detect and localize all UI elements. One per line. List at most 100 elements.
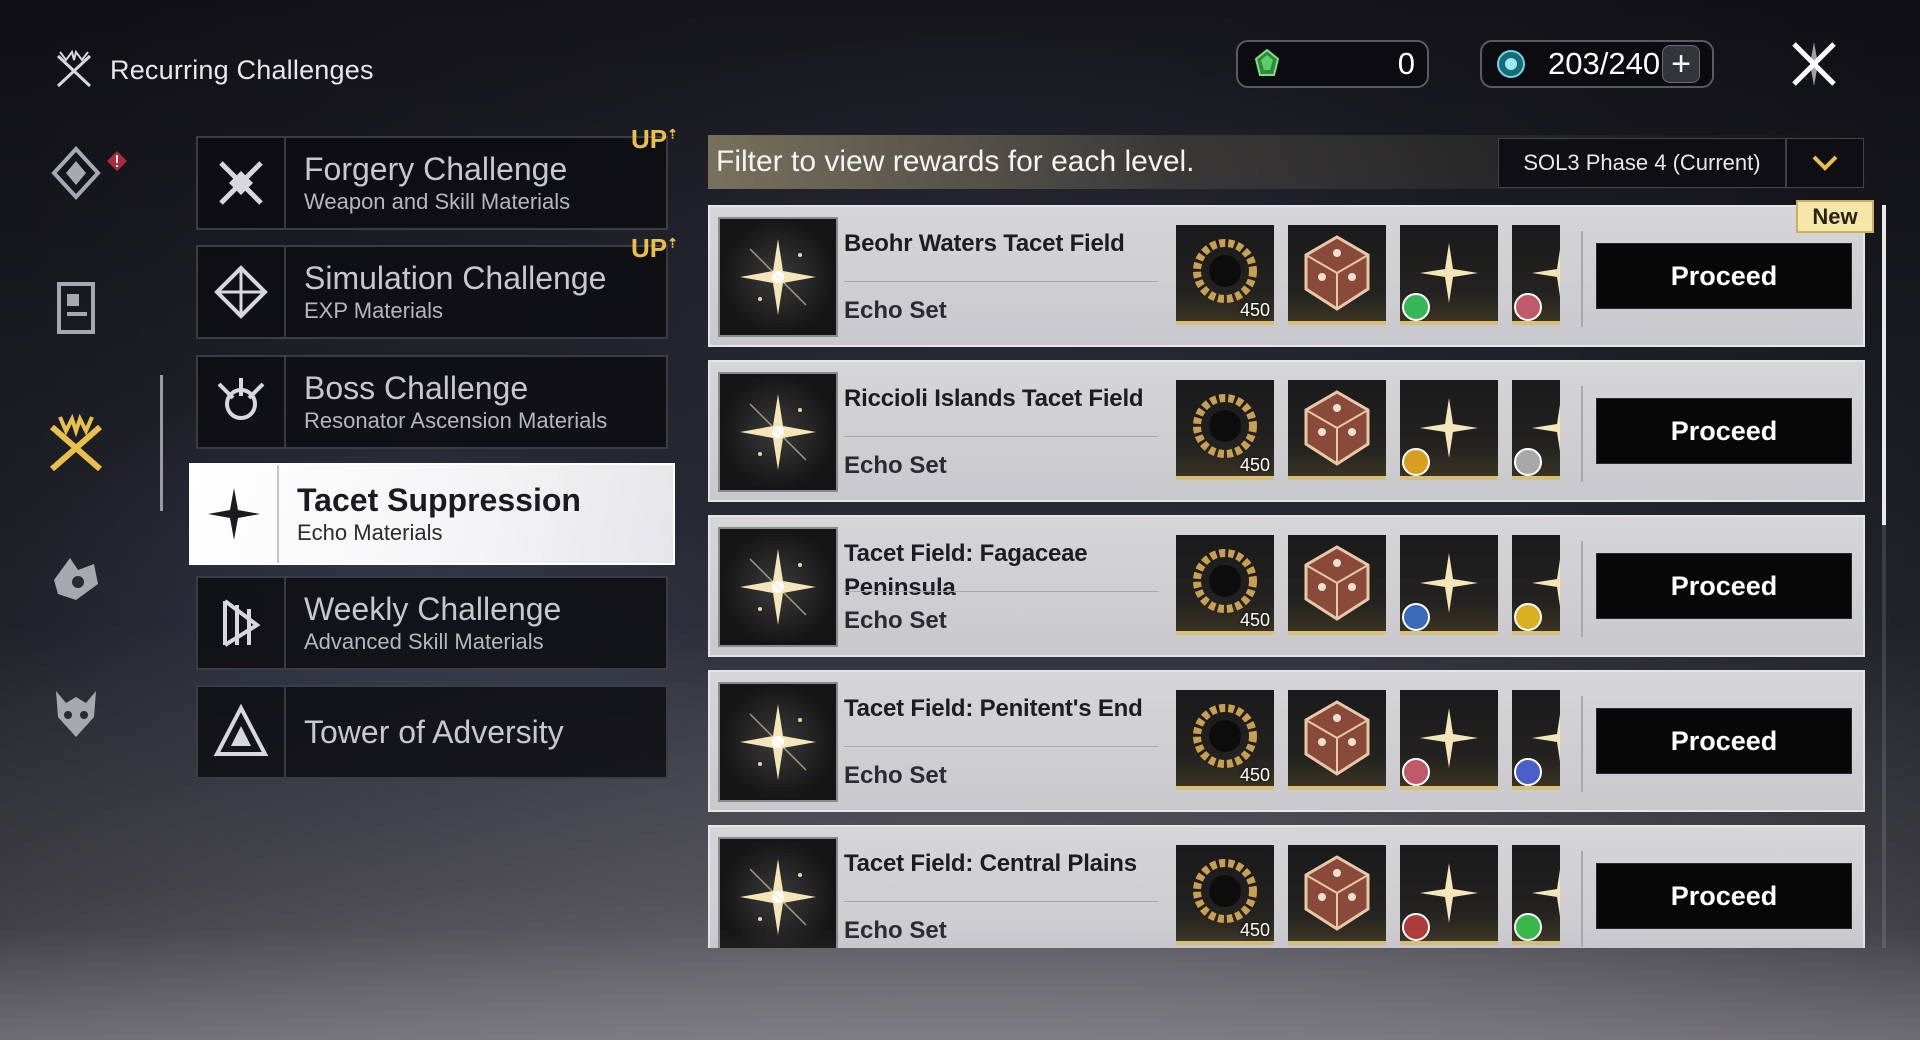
reward-supply-chest[interactable] bbox=[1288, 380, 1386, 480]
level-title: Tacet Field: Fagaceae Peninsula bbox=[844, 540, 1088, 601]
boss-icon bbox=[198, 357, 286, 447]
row-separator bbox=[1581, 541, 1583, 637]
nav-weekly-boss[interactable] bbox=[46, 683, 106, 743]
add-waveplate-button[interactable]: + bbox=[1662, 45, 1700, 83]
demon-mask-icon bbox=[56, 691, 96, 737]
title-divider bbox=[844, 901, 1158, 902]
reward-echo[interactable] bbox=[1512, 535, 1590, 635]
level-title: Beohr Waters Tacet Field bbox=[844, 230, 1125, 257]
reward-echo[interactable] bbox=[1512, 225, 1590, 325]
currency-value: 0 bbox=[1397, 46, 1415, 81]
page-header: Recurring Challenges bbox=[52, 48, 374, 92]
reward-echo[interactable] bbox=[1512, 845, 1590, 945]
row-separator bbox=[1581, 696, 1583, 792]
tacet-field-thumbnail bbox=[718, 527, 838, 647]
nav-boss[interactable] bbox=[46, 548, 106, 608]
reward-echo[interactable] bbox=[1400, 690, 1498, 790]
reward-echo[interactable] bbox=[1400, 845, 1498, 945]
reward-echo[interactable] bbox=[1400, 380, 1498, 480]
reward-supply-chest[interactable] bbox=[1288, 845, 1386, 945]
level-row[interactable]: Beohr Waters Tacet Field Echo Set 450 Pr… bbox=[708, 205, 1865, 347]
category-subtitle: Advanced Skill Materials bbox=[304, 629, 544, 654]
category-subtitle: Weapon and Skill Materials bbox=[304, 189, 571, 214]
reward-supply-chest[interactable] bbox=[1288, 535, 1386, 635]
row-separator bbox=[1581, 231, 1583, 327]
new-badge: New bbox=[1796, 200, 1874, 233]
reward-quantity: 450 bbox=[1239, 920, 1270, 940]
sonata-badge-icon bbox=[1514, 448, 1542, 476]
level-list[interactable]: Beohr Waters Tacet Field Echo Set 450 Pr… bbox=[708, 205, 1886, 948]
crossed-swords-icon bbox=[56, 49, 92, 88]
category-subtitle: EXP Materials bbox=[304, 298, 443, 323]
level-row[interactable]: Tacet Field: Central Plains Echo Set 450 bbox=[708, 825, 1865, 948]
level-subtitle: Echo Set bbox=[844, 917, 947, 944]
category-title: Boss Challenge bbox=[304, 370, 529, 406]
nav-records[interactable] bbox=[46, 278, 106, 338]
proceed-button[interactable]: Proceed bbox=[1596, 553, 1852, 619]
nav-recurring-challenges[interactable] bbox=[46, 413, 106, 473]
reward-echo[interactable] bbox=[1512, 690, 1590, 790]
category-subtitle: Echo Materials bbox=[297, 520, 443, 545]
sonata-badge-icon bbox=[1402, 913, 1430, 941]
level-list-scrollbar[interactable] bbox=[1882, 205, 1886, 948]
reward-shell-credit[interactable]: 450 bbox=[1176, 380, 1274, 480]
tacet-field-thumbnail bbox=[718, 372, 838, 492]
category-title: Forgery Challenge bbox=[304, 151, 568, 187]
currency-value: 203/240 bbox=[1548, 46, 1661, 81]
category-simulation-challenge[interactable]: Simulation Challenge EXP Materials UP⇡ bbox=[196, 233, 678, 339]
category-tower-of-adversity[interactable]: Tower of Adversity bbox=[196, 685, 668, 779]
close-icon bbox=[1792, 42, 1836, 86]
category-title: Weekly Challenge bbox=[304, 591, 562, 627]
category-forgery-challenge[interactable]: Forgery Challenge Weapon and Skill Mater… bbox=[196, 124, 678, 230]
forgery-icon bbox=[198, 138, 286, 228]
proceed-button[interactable]: Proceed bbox=[1596, 398, 1852, 464]
filter-text: Filter to view rewards for each level. bbox=[716, 145, 1195, 178]
level-subtitle: Echo Set bbox=[844, 762, 947, 789]
tacet-field-thumbnail bbox=[718, 837, 838, 948]
reward-echo[interactable] bbox=[1400, 535, 1498, 635]
dice-chest-icon bbox=[1304, 855, 1370, 931]
tacet-star-icon bbox=[191, 465, 279, 563]
dice-chest-icon bbox=[1304, 235, 1370, 311]
reward-shell-credit[interactable]: 450 bbox=[1176, 845, 1274, 945]
reward-quantity: 450 bbox=[1239, 455, 1270, 475]
proceed-button[interactable]: Proceed bbox=[1596, 708, 1852, 774]
title-divider bbox=[844, 436, 1158, 437]
sonata-badge-icon bbox=[1402, 603, 1430, 631]
category-weekly-challenge[interactable]: Weekly Challenge Advanced Skill Material… bbox=[196, 576, 668, 670]
row-separator bbox=[1581, 851, 1583, 947]
row-separator bbox=[1581, 386, 1583, 482]
category-boss-challenge[interactable]: Boss Challenge Resonator Ascension Mater… bbox=[196, 355, 668, 449]
level-row[interactable]: Tacet Field: Penitent's End Echo Set 450 bbox=[708, 670, 1865, 812]
tacet-field-thumbnail bbox=[718, 682, 838, 802]
reward-supply-chest[interactable] bbox=[1288, 690, 1386, 790]
category-title: Tacet Suppression bbox=[297, 482, 581, 518]
dice-chest-icon bbox=[1304, 700, 1370, 776]
reward-shell-credit[interactable]: 450 bbox=[1176, 690, 1274, 790]
sonata-badge-icon bbox=[1402, 293, 1430, 321]
reward-shell-credit[interactable]: 450 bbox=[1176, 535, 1274, 635]
level-subtitle: Echo Set bbox=[844, 452, 947, 479]
crossed-swords-icon bbox=[50, 413, 102, 472]
book-icon bbox=[57, 282, 95, 334]
reward-supply-chest[interactable] bbox=[1288, 225, 1386, 325]
phase-dropdown[interactable]: SOL3 Phase 4 (Current) bbox=[1498, 138, 1864, 188]
green-crystal-icon bbox=[1254, 48, 1280, 76]
level-title: Tacet Field: Central Plains bbox=[844, 850, 1137, 877]
scrollbar-thumb[interactable] bbox=[1882, 205, 1886, 525]
reward-shell-credit[interactable]: 450 bbox=[1176, 225, 1274, 325]
level-subtitle: Echo Set bbox=[844, 607, 947, 634]
close-button[interactable] bbox=[1788, 38, 1840, 90]
proceed-button[interactable]: Proceed bbox=[1596, 243, 1852, 309]
level-row[interactable]: Tacet Field: Fagaceae Peninsula Echo Set… bbox=[708, 515, 1865, 657]
sonata-badge-icon bbox=[1514, 758, 1542, 786]
nav-guidebook[interactable] bbox=[46, 143, 106, 203]
proceed-button[interactable]: Proceed bbox=[1596, 863, 1852, 929]
level-row[interactable]: Riccioli Islands Tacet Field Echo Set 45… bbox=[708, 360, 1865, 502]
reward-echo[interactable] bbox=[1400, 225, 1498, 325]
reward-echo[interactable] bbox=[1512, 380, 1590, 480]
sonata-badge-icon bbox=[1402, 448, 1430, 476]
category-tacet-suppression[interactable]: Tacet Suppression Echo Materials bbox=[189, 463, 675, 565]
sonata-badge-icon bbox=[1514, 293, 1542, 321]
tower-triangle-icon bbox=[198, 687, 286, 777]
